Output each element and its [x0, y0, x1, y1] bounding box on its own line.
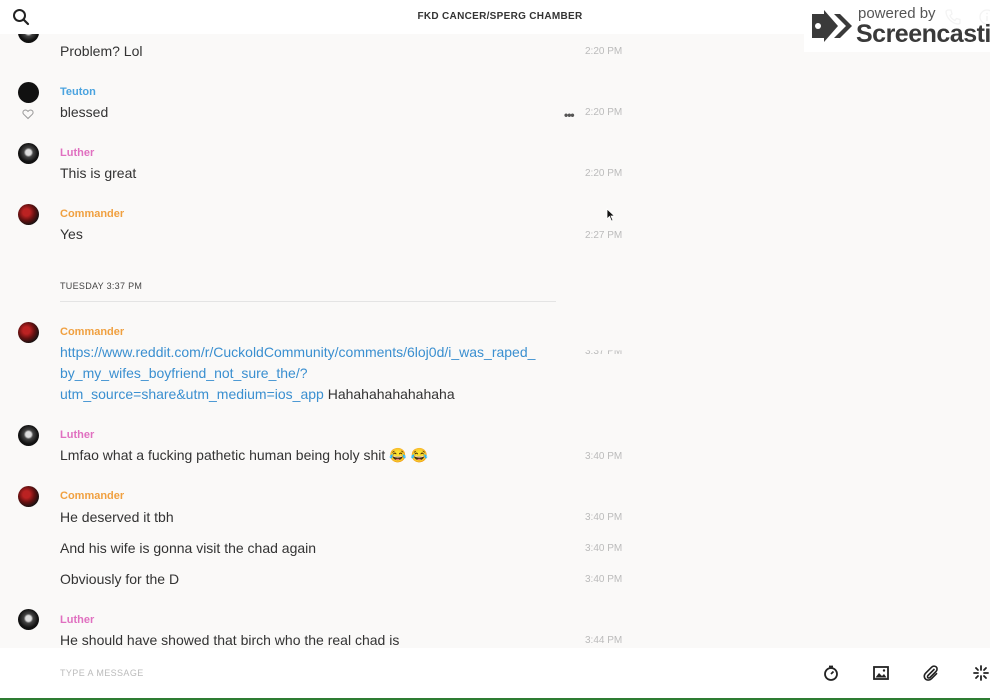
message-time: 2:20 PM — [585, 107, 623, 118]
avatar[interactable] — [18, 609, 39, 630]
paperclip-icon[interactable] — [922, 664, 940, 682]
avatar[interactable] — [18, 204, 39, 225]
message-sender[interactable]: Luther — [60, 147, 94, 159]
sparkle-icon[interactable] — [972, 664, 990, 682]
message-list[interactable]: Problem? Lol 2:20 PM Teuton blessed ••• … — [0, 34, 990, 648]
message-time: 3:40 PM — [585, 451, 623, 462]
message-text: He should have showed that birch who the… — [60, 632, 400, 648]
message-link[interactable]: https://www.reddit.com/r/CuckoldCommunit… — [60, 344, 535, 402]
message-time: 2:20 PM — [585, 168, 623, 179]
more-icon[interactable]: ••• — [564, 108, 575, 122]
message-composer — [0, 648, 990, 698]
message-text: And his wife is gonna visit the chad aga… — [60, 540, 317, 556]
message-text: Yes — [60, 226, 83, 242]
heart-icon[interactable] — [22, 107, 34, 120]
message-time: 3:37 PM — [585, 346, 623, 357]
message-text: Problem? Lol — [60, 43, 143, 59]
mouse-cursor-icon — [606, 208, 616, 227]
message-sender[interactable]: Commander — [60, 490, 124, 502]
avatar[interactable] — [18, 34, 39, 43]
avatar[interactable] — [18, 143, 39, 164]
message-text: He deserved it tbh — [60, 509, 174, 525]
timer-icon[interactable] — [822, 664, 840, 682]
date-divider: TUESDAY 3:37 PM — [60, 281, 143, 291]
message-time: 3:44 PM — [585, 635, 623, 646]
message-text-suffix: Hahahahahahahaha — [327, 386, 455, 402]
image-icon[interactable] — [872, 664, 890, 682]
message-time: 2:20 PM — [585, 46, 623, 57]
message-time: 3:40 PM — [585, 512, 623, 523]
message-time: 2:27 PM — [585, 230, 623, 241]
message-text: https://www.reddit.com/r/CuckoldCommunit… — [60, 342, 580, 405]
message-text: Lmfao what a fucking pathetic human bein… — [60, 447, 428, 463]
screencastify-logo-icon — [810, 8, 854, 49]
message-time: 3:40 PM — [585, 574, 623, 585]
message-sender[interactable]: Commander — [60, 326, 124, 338]
message-sender[interactable]: Luther — [60, 614, 94, 626]
message-sender[interactable]: Luther — [60, 429, 94, 441]
message-time: 3:40 PM — [585, 543, 623, 554]
avatar[interactable] — [18, 425, 39, 446]
avatar[interactable] — [18, 486, 39, 507]
message-text: This is great — [60, 165, 137, 181]
divider-line — [60, 301, 556, 302]
watermark-brand: Screencastify — [856, 20, 990, 48]
message-text: Obviously for the D — [60, 571, 180, 587]
message-input[interactable] — [60, 664, 540, 682]
avatar[interactable] — [18, 322, 39, 343]
chat-app: FKD CANCER/SPERG CHAMBER Problem? Lol 2:… — [0, 0, 990, 700]
avatar[interactable] — [18, 82, 39, 103]
message-text: blessed — [60, 104, 109, 120]
message-sender[interactable]: Teuton — [60, 86, 96, 98]
message-sender[interactable]: Commander — [60, 208, 124, 220]
screencastify-watermark: powered by Screencastify — [804, 0, 990, 52]
